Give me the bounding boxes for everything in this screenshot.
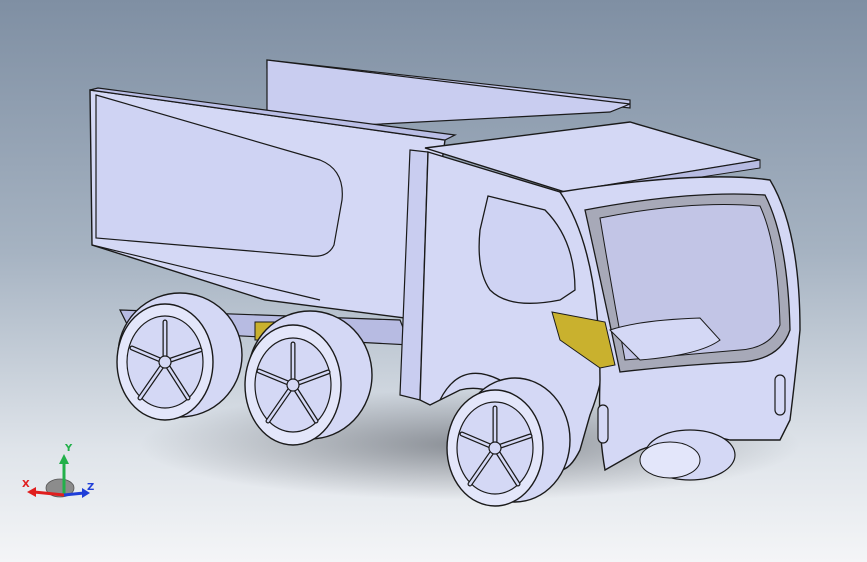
- rear-wheel-1: [116, 292, 243, 421]
- view-orientation-triad-icon[interactable]: Y X Z: [20, 440, 100, 510]
- z-axis-line: [63, 491, 85, 497]
- front-light-slot: [774, 374, 786, 416]
- z-axis-label: Z: [87, 482, 94, 493]
- graphics-viewport[interactable]: Y X Z: [0, 0, 867, 562]
- side-light-slot: [597, 404, 609, 444]
- y-axis-arrow-icon: [59, 454, 69, 464]
- dump-truck-model[interactable]: [0, 0, 867, 562]
- y-axis-label: Y: [64, 443, 73, 454]
- x-axis-label: X: [22, 479, 30, 490]
